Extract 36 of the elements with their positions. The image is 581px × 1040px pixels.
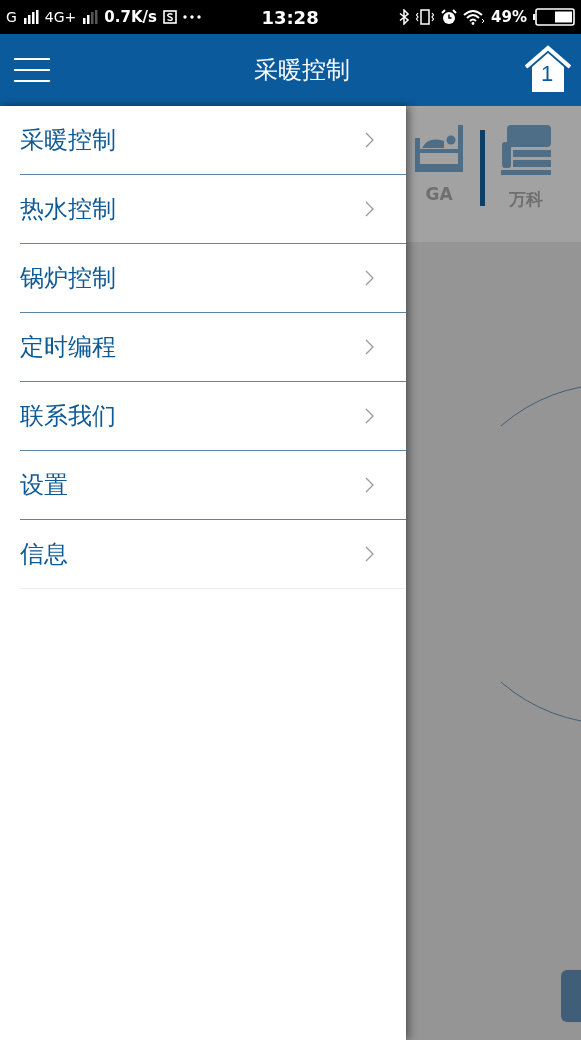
alarm-icon: [441, 9, 458, 25]
chevron-right-icon: [365, 477, 374, 493]
chevron-right-icon: [365, 546, 374, 562]
speed-label: 0.7K/s: [104, 8, 157, 26]
bed-icon: [414, 124, 464, 172]
menu-item-label: 锅炉控制: [20, 263, 116, 294]
chevron-right-icon: [365, 201, 374, 217]
menu-item-label: 联系我们: [20, 401, 116, 432]
chevron-right-icon: [365, 339, 374, 355]
home-icon: [524, 45, 572, 95]
vibrate-icon: [415, 9, 436, 25]
chevron-right-icon: [365, 270, 374, 286]
home-number: 1: [541, 63, 554, 85]
signal-icon: [22, 10, 39, 24]
battery-icon: [533, 8, 575, 26]
menu-item-label: 热水控制: [20, 194, 116, 225]
more-icon: [182, 15, 201, 19]
carrier-label: G: [6, 9, 17, 25]
menu-item-label: 采暖控制: [20, 125, 116, 156]
menu-item-label: 信息: [20, 539, 68, 570]
network-label: 4G+: [44, 9, 77, 25]
battery-percent: 49%: [491, 8, 527, 26]
menu-item-label: 设置: [20, 470, 68, 501]
wifi-icon: [463, 9, 486, 25]
bluetooth-icon: [399, 9, 410, 25]
home-button[interactable]: 1: [524, 45, 572, 95]
chevron-right-icon: [365, 408, 374, 424]
s-icon: [162, 10, 177, 24]
chevron-right-icon: [365, 132, 374, 148]
clock-time: 13:28: [261, 6, 319, 28]
sofa-icon: [501, 124, 551, 176]
menu-icon: [14, 57, 50, 83]
page-title: 采暖控制: [254, 55, 350, 86]
signal-icon: [82, 10, 99, 24]
menu-item-label: 定时编程: [20, 332, 116, 363]
menu-button[interactable]: [14, 57, 50, 83]
